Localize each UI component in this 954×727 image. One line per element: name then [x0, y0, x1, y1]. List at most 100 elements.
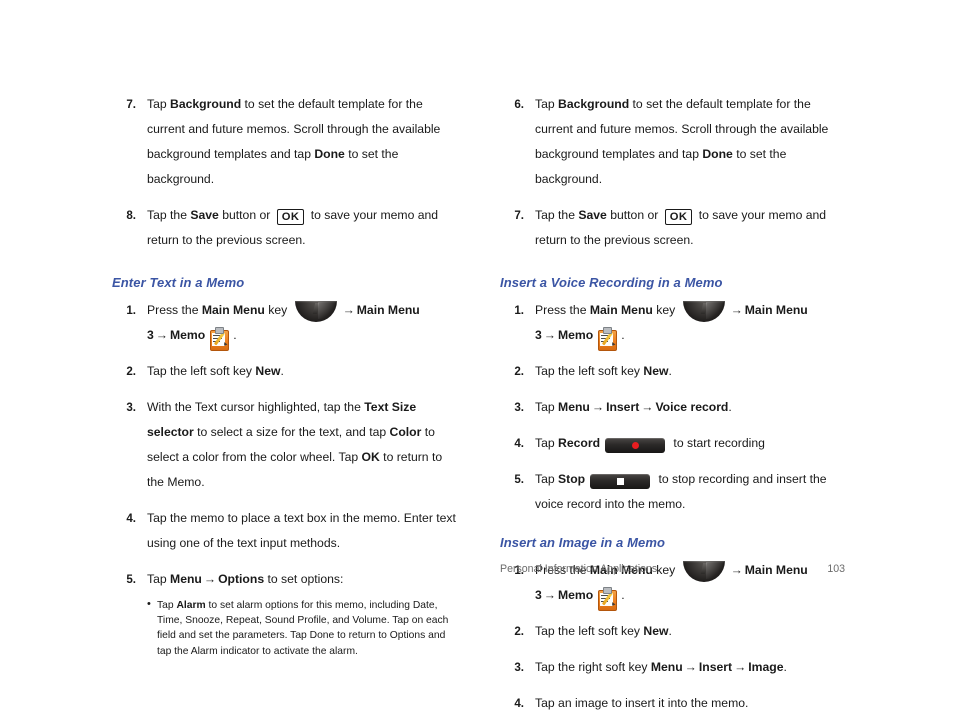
- body-text: Press the: [147, 303, 202, 317]
- emphasis-text: Voice record: [655, 400, 729, 414]
- instruction-step: 2. Tap the left soft key New.: [112, 359, 457, 384]
- emphasis-text: Memo: [169, 328, 206, 342]
- body-text: Tap: [147, 572, 171, 586]
- body-text: Tap the right soft key: [535, 660, 651, 674]
- footer-page-number: 103: [827, 563, 845, 575]
- ok-key-icon[interactable]: OK: [664, 209, 693, 226]
- step-text: Tap Background to set the default templa…: [535, 92, 845, 192]
- body-text: Tap: [535, 472, 559, 486]
- step-number: 6.: [514, 98, 524, 111]
- emphasis-text: New: [255, 364, 281, 378]
- emphasis-text: Alarm: [176, 600, 206, 611]
- step-number: 4.: [514, 697, 524, 710]
- emphasis-text: Record: [558, 436, 601, 450]
- step-text: Tap Menu → Options to set options:: [147, 567, 457, 592]
- instruction-step: 4. Tap the memo to place a text box in th…: [112, 506, 457, 556]
- footer-chapter-label: Personal Information Applications: [500, 563, 658, 575]
- instruction-step: 7. Tap the Save button or OK to save your…: [500, 203, 845, 253]
- body-text: Tap the left soft key: [535, 624, 644, 638]
- sub-bullet-text: Tap Alarm to set alarm options for this …: [157, 600, 448, 657]
- arrow-icon: →: [641, 400, 654, 414]
- step-number: 7.: [126, 98, 136, 111]
- emphasis-text: Save: [578, 208, 607, 222]
- section-heading: Insert a Voice Recording in a Memo: [500, 275, 723, 290]
- emphasis-text: Insert: [606, 400, 640, 414]
- record-button-icon[interactable]: [605, 437, 666, 453]
- step-number: 2.: [514, 365, 524, 378]
- body-text: With the Text cursor highlighted, tap th…: [147, 400, 365, 414]
- instruction-step: 3. With the Text cursor highlighted, tap …: [112, 395, 457, 495]
- emphasis-text: Menu: [650, 660, 683, 674]
- step-text: Tap the Save button or OK to save your m…: [147, 203, 457, 253]
- emphasis-text: Stop: [558, 472, 586, 486]
- emphasis-text: Memo: [557, 328, 594, 342]
- step-text: Tap an image to insert it into the memo.: [535, 691, 845, 716]
- step-number: 3.: [126, 401, 136, 414]
- step-number: 2.: [514, 625, 524, 638]
- emphasis-text: Done: [314, 147, 345, 161]
- section-heading: Enter Text in a Memo: [112, 275, 245, 290]
- step-text: With the Text cursor highlighted, tap th…: [147, 395, 457, 495]
- instruction-step: 2. Tap the left soft key New.: [500, 359, 845, 384]
- step-number: 3.: [514, 401, 524, 414]
- arrow-icon: →: [730, 303, 743, 317]
- stop-button-icon[interactable]: [590, 473, 651, 489]
- step-number: 5.: [126, 573, 136, 586]
- instruction-step: 3. Tap Menu → Insert → Voice record.: [500, 395, 845, 420]
- instruction-step: 5. Tap Stop to stop recording and insert …: [500, 467, 845, 517]
- instruction-step: 4. Tap Record to start recording: [500, 431, 845, 456]
- body-text: .: [621, 588, 625, 602]
- instruction-step: 1. Press the Main Menu key → Main Menu 3 → M…: [112, 298, 457, 352]
- instruction-step: 7. Tap Background to set the default temp…: [112, 92, 457, 192]
- step-text: Tap Stop to stop recording and insert th…: [535, 467, 845, 517]
- body-text: .: [280, 364, 284, 378]
- emphasis-text: Main Menu: [589, 303, 653, 317]
- step-text: Tap the Save button or OK to save your m…: [535, 203, 845, 253]
- instruction-step: 3. Tap the right soft key Menu → Insert → Ima…: [500, 655, 845, 680]
- emphasis-text: Menu: [558, 400, 590, 414]
- body-text: Tap: [147, 97, 171, 111]
- body-text: Tap the memo to place a text box in the …: [147, 511, 456, 550]
- step-text: Tap Menu → Insert → Voice record.: [535, 395, 845, 420]
- arrow-icon: →: [203, 572, 217, 586]
- emphasis-text: Background: [170, 97, 242, 111]
- body-text: to select a size for the text, and tap: [193, 425, 390, 439]
- ok-key-icon[interactable]: OK: [276, 209, 305, 226]
- step-text: Press the Main Menu key → Main Menu 3 → Mem…: [147, 298, 457, 352]
- step-text: Tap the left soft key New.: [147, 359, 457, 384]
- arrow-icon: →: [684, 660, 697, 674]
- emphasis-text: OK: [361, 450, 380, 464]
- step-number: 2.: [126, 365, 136, 378]
- instruction-step: 2. Tap the left soft key New.: [500, 619, 845, 644]
- body-text: button or: [218, 208, 274, 222]
- step-number: 3.: [514, 661, 524, 674]
- arrow-icon: →: [734, 660, 747, 674]
- emphasis-text: Memo: [557, 588, 594, 602]
- page-footer: Personal Information Applications 103: [500, 563, 845, 575]
- body-text: Tap: [535, 436, 559, 450]
- main-menu-key-icon: [294, 301, 337, 323]
- body-text: Tap an image to insert it into the memo.: [535, 696, 749, 710]
- body-text: Tap the left soft key: [147, 364, 256, 378]
- step-text: Tap the memo to place a text box in the …: [147, 506, 457, 556]
- step-number: 4.: [126, 512, 136, 525]
- step-number: 4.: [514, 437, 524, 450]
- stop-square-glyph: [616, 477, 624, 485]
- instruction-step: 5. Tap Menu → Options to set options: • Tap A…: [112, 567, 457, 659]
- emphasis-text: New: [643, 624, 669, 638]
- body-text: Press the: [535, 303, 590, 317]
- emphasis-text: Color: [389, 425, 422, 439]
- step-text: Tap Record to start recording: [535, 431, 845, 456]
- memo-clipboard-icon: [597, 587, 618, 612]
- body-text: .: [783, 660, 787, 674]
- arrow-icon: →: [543, 588, 556, 602]
- emphasis-text: Image: [748, 660, 784, 674]
- step-text: Tap the left soft key New.: [535, 619, 845, 644]
- arrow-icon: →: [155, 328, 168, 342]
- body-text: .: [233, 328, 237, 342]
- step-number: 8.: [126, 209, 136, 222]
- right-column: 6. Tap Background to set the default temp…: [500, 92, 845, 727]
- body-text: .: [728, 400, 732, 414]
- body-text: key: [264, 303, 291, 317]
- emphasis-text: Main Menu: [201, 303, 265, 317]
